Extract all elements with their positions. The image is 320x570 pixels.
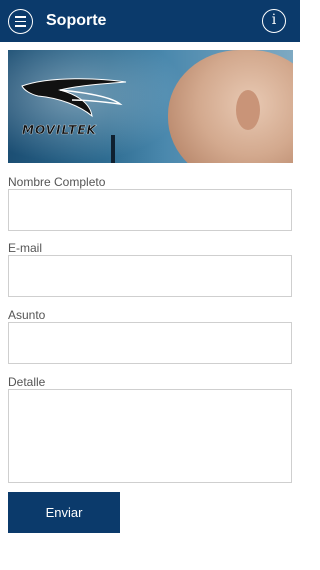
subject-input[interactable]	[8, 322, 292, 364]
subject-label: Asunto	[8, 308, 46, 322]
menu-line	[15, 25, 26, 27]
email-label: E-mail	[8, 241, 43, 255]
menu-line	[15, 16, 26, 18]
menu-line	[15, 20, 26, 23]
moviltek-logo-icon	[21, 78, 127, 118]
info-icon[interactable]: i	[262, 9, 286, 33]
email-input[interactable]	[8, 255, 292, 297]
name-label: Nombre Completo	[8, 175, 106, 189]
app-bar: Soporte i	[0, 0, 300, 42]
page-title: Soporte	[46, 12, 107, 29]
detail-label: Detalle	[8, 375, 46, 389]
banner-logo-text: MOVILTEK	[22, 123, 97, 137]
detail-textarea[interactable]	[8, 389, 292, 483]
submit-button[interactable]: Enviar	[8, 492, 120, 533]
name-input[interactable]	[8, 189, 292, 231]
banner-image: MOVILTEK	[8, 50, 293, 163]
menu-icon[interactable]	[8, 9, 33, 34]
